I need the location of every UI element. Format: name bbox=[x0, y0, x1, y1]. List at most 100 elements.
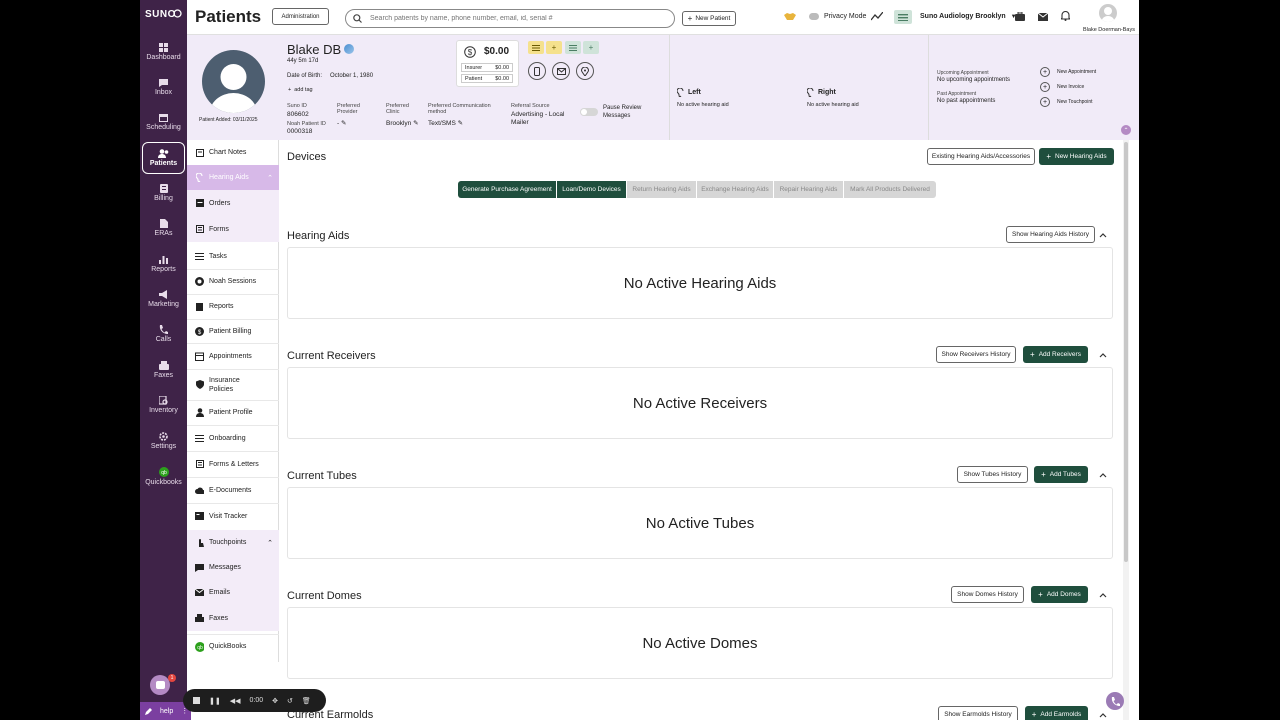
return-hearing-aids-button[interactable]: Return Hearing Aids bbox=[627, 181, 696, 198]
floating-phone-button[interactable] bbox=[1106, 692, 1124, 710]
add-domes-button[interactable]: + Add Domes bbox=[1031, 586, 1088, 603]
email-patient-button[interactable] bbox=[552, 62, 570, 80]
menu-appointments[interactable]: Appointments bbox=[187, 343, 279, 369]
rail-marketing[interactable]: Marketing bbox=[140, 283, 187, 315]
menu-noah-sessions[interactable]: Noah Sessions bbox=[187, 269, 279, 294]
globe-icon[interactable] bbox=[344, 44, 354, 54]
pref-comm-value[interactable]: Text/SMS ✎ bbox=[428, 119, 463, 127]
mark-products-delivered-button[interactable]: Mark All Products Delivered bbox=[844, 181, 936, 198]
rail-billing[interactable]: Billing bbox=[140, 177, 187, 209]
menu-touchpoints[interactable]: Touchpoints ⌃ bbox=[187, 530, 279, 555]
pref-clinic-value[interactable]: Brooklyn ✎ bbox=[386, 119, 419, 127]
menu-reports[interactable]: Reports bbox=[187, 294, 279, 319]
chevron-up-icon[interactable]: ⌃ bbox=[267, 174, 273, 182]
menu-onboarding[interactable]: Onboarding bbox=[187, 425, 279, 451]
new-hearing-aids-button[interactable]: + New Hearing Aids bbox=[1039, 148, 1114, 165]
rail-reports[interactable]: Reports bbox=[140, 248, 187, 280]
pause-review-toggle[interactable] bbox=[580, 108, 598, 116]
patient-avatar[interactable] bbox=[202, 50, 265, 113]
new-patient-button[interactable]: + New Patient bbox=[682, 11, 736, 26]
menu-faxes[interactable]: Faxes bbox=[187, 605, 279, 631]
briefcase-icon[interactable] bbox=[1015, 12, 1025, 21]
chevron-up-icon[interactable] bbox=[1099, 231, 1107, 239]
rail-eras[interactable]: ERAs bbox=[140, 212, 187, 244]
search-bar[interactable] bbox=[345, 9, 675, 28]
search-input[interactable] bbox=[370, 15, 660, 22]
menu-messages[interactable]: Messages bbox=[187, 555, 279, 580]
move-icon[interactable]: ✥ bbox=[272, 697, 278, 705]
rail-scheduling[interactable]: Scheduling bbox=[140, 106, 187, 138]
collapse-panel-button[interactable]: ⌃ bbox=[1121, 125, 1131, 135]
menu-forms-letters[interactable]: Forms & Letters bbox=[187, 451, 279, 477]
show-domes-history-button[interactable]: Show Domes History bbox=[951, 586, 1024, 603]
menu-patient-profile[interactable]: Patient Profile bbox=[187, 400, 279, 425]
repair-hearing-aids-button[interactable]: Repair Hearing Aids bbox=[774, 181, 843, 198]
show-earmolds-history-button[interactable]: Show Earmolds History bbox=[938, 706, 1018, 720]
add-earmolds-button[interactable]: + Add Earmolds bbox=[1025, 706, 1088, 720]
undo-icon[interactable]: ↺ bbox=[287, 697, 293, 705]
show-hearing-aids-history-button[interactable]: Show Hearing Aids History bbox=[1006, 226, 1095, 243]
location-selector[interactable]: Suno Audiology Brooklyn ▼ bbox=[920, 13, 1017, 20]
new-touchpoint-link[interactable]: + New Touchpoint bbox=[1040, 97, 1093, 107]
show-tubes-history-button[interactable]: Show Tubes History bbox=[957, 466, 1028, 483]
edit-icon[interactable]: ✎ bbox=[458, 120, 463, 127]
chevron-up-icon[interactable] bbox=[1099, 351, 1107, 359]
menu-quickbooks[interactable]: qb QuickBooks bbox=[187, 634, 279, 659]
mail-icon[interactable] bbox=[1038, 13, 1048, 21]
rail-calls[interactable]: Calls bbox=[140, 318, 187, 350]
show-receivers-history-button[interactable]: Show Receivers History bbox=[936, 346, 1016, 363]
add-task-button[interactable]: + bbox=[583, 41, 599, 54]
tasks-button[interactable] bbox=[565, 41, 581, 54]
rail-dashboard[interactable]: Dashboard bbox=[140, 36, 187, 68]
chevron-up-icon[interactable] bbox=[1099, 711, 1107, 719]
chevron-up-icon[interactable] bbox=[1099, 591, 1107, 599]
menu-tasks[interactable]: Tasks bbox=[187, 244, 279, 269]
stop-icon[interactable] bbox=[193, 697, 200, 704]
pause-icon[interactable]: ❚❚ bbox=[209, 697, 221, 705]
rail-inventory[interactable]: Inventory bbox=[140, 389, 187, 421]
menu-forms[interactable]: Forms bbox=[187, 216, 279, 242]
edit-icon[interactable]: ✎ bbox=[341, 120, 346, 127]
chevron-up-icon[interactable]: ⌃ bbox=[267, 539, 273, 547]
edit-icon[interactable]: ✎ bbox=[413, 120, 418, 127]
administration-button[interactable]: Administration bbox=[272, 8, 329, 25]
checklist-button[interactable] bbox=[894, 10, 912, 24]
chat-launcher[interactable] bbox=[150, 675, 170, 695]
trash-icon[interactable]: 🗑 bbox=[302, 697, 311, 705]
menu-visit-tracker[interactable]: Visit Tracker bbox=[187, 503, 279, 529]
rail-faxes[interactable]: Faxes bbox=[140, 354, 187, 386]
rail-patients[interactable]: Patients bbox=[142, 142, 185, 174]
trend-icon[interactable] bbox=[871, 12, 883, 21]
menu-orders[interactable]: Orders bbox=[187, 190, 279, 216]
new-invoice-link[interactable]: + New Invoice bbox=[1040, 82, 1084, 92]
patient-location-button[interactable] bbox=[576, 62, 594, 80]
rail-quickbooks[interactable]: qb Quickbooks bbox=[140, 460, 187, 492]
menu-hearing-aids[interactable]: Hearing Aids ⌃ bbox=[187, 165, 279, 190]
new-appointment-link[interactable]: + New Appointment bbox=[1040, 67, 1096, 77]
menu-patient-billing[interactable]: $ Patient Billing bbox=[187, 319, 279, 343]
rail-settings[interactable]: Settings bbox=[140, 425, 187, 457]
add-receivers-button[interactable]: + Add Receivers bbox=[1023, 346, 1088, 363]
menu-emails[interactable]: Emails bbox=[187, 580, 279, 605]
rail-inbox[interactable]: Inbox bbox=[140, 71, 187, 103]
bell-icon[interactable] bbox=[1061, 11, 1070, 21]
notes-button[interactable] bbox=[528, 41, 544, 54]
menu-chart-notes[interactable]: Chart Notes bbox=[187, 140, 279, 165]
rewind-icon[interactable]: ◀◀ bbox=[230, 697, 241, 705]
add-tag-button[interactable]: + add tag bbox=[288, 87, 313, 93]
pref-provider-value[interactable]: - ✎ bbox=[337, 119, 346, 127]
existing-hearing-aids-button[interactable]: Existing Hearing Aids/Accessories bbox=[927, 148, 1035, 165]
privacy-mode-toggle[interactable] bbox=[809, 13, 819, 20]
menu-e-documents[interactable]: E-Documents bbox=[187, 477, 279, 503]
menu-insurance-policies[interactable]: Insurance Policies bbox=[187, 369, 279, 400]
user-avatar[interactable] bbox=[1099, 4, 1117, 22]
add-tubes-button[interactable]: + Add Tubes bbox=[1034, 466, 1088, 483]
chevron-up-icon[interactable] bbox=[1099, 471, 1107, 479]
add-note-button[interactable]: + bbox=[546, 41, 562, 54]
generate-purchase-agreement-button[interactable]: Generate Purchase Agreement bbox=[458, 181, 556, 198]
call-patient-button[interactable] bbox=[528, 62, 546, 80]
scrollbar-thumb[interactable] bbox=[1124, 142, 1128, 562]
loan-demo-devices-button[interactable]: Loan/Demo Devices bbox=[557, 181, 626, 198]
exchange-hearing-aids-button[interactable]: Exchange Hearing Aids bbox=[697, 181, 773, 198]
handshake-icon[interactable] bbox=[784, 12, 796, 21]
